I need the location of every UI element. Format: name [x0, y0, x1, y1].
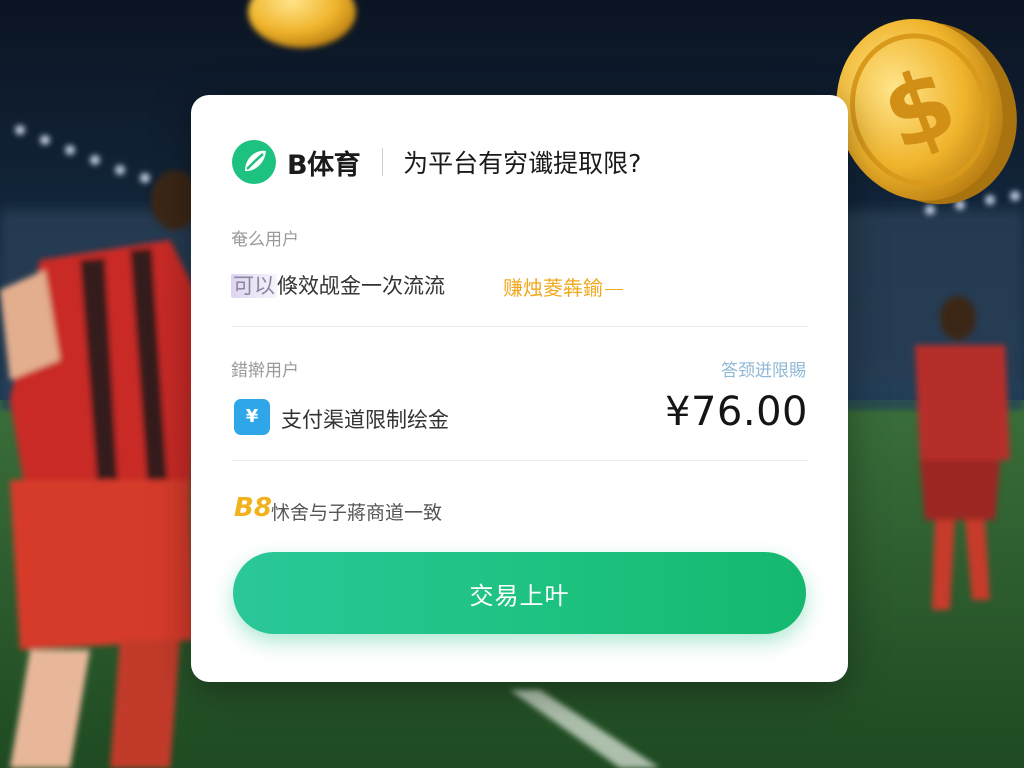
divider-1 — [231, 326, 808, 327]
limit-details-link[interactable]: 答颈迸限賜 — [721, 356, 806, 381]
payment-channel-text: 支付渠道限制绘金 — [281, 408, 449, 432]
page-title: 为平台有穷谶提取限? — [403, 149, 642, 178]
section-one-main-text: 倏效觇金一次流流 — [277, 274, 445, 298]
brand-name: B体育 — [287, 149, 361, 181]
divider-2 — [231, 460, 808, 461]
amount-value: ¥76.00 — [665, 389, 808, 435]
section-two-label: 錯擀用户 — [231, 361, 299, 381]
card-header: B体育 为平台有穷谶提取限? — [231, 137, 641, 187]
b8-note-text: 怵舍与子蔣商道一致 — [271, 502, 443, 524]
b8-badge: B8 — [234, 493, 272, 523]
leaf-logo-icon — [232, 140, 276, 184]
highlight-prefix: 可以 — [231, 274, 277, 298]
yen-payment-icon: ¥ — [234, 399, 270, 435]
section-one-label: 奄么用户 — [231, 230, 299, 250]
header-divider — [382, 148, 384, 176]
withdraw-limit-card: B体育 为平台有穷谶提取限? 奄么用户 可以倏效觇金一次流流 赚烛菱犇鍮 錯擀用… — [191, 95, 848, 682]
section-one-text: 可以倏效觇金一次流流 — [231, 270, 445, 300]
section-one-note: 赚烛菱犇鍮 — [503, 272, 623, 301]
trade-button[interactable]: 交易上叶 — [233, 552, 806, 634]
